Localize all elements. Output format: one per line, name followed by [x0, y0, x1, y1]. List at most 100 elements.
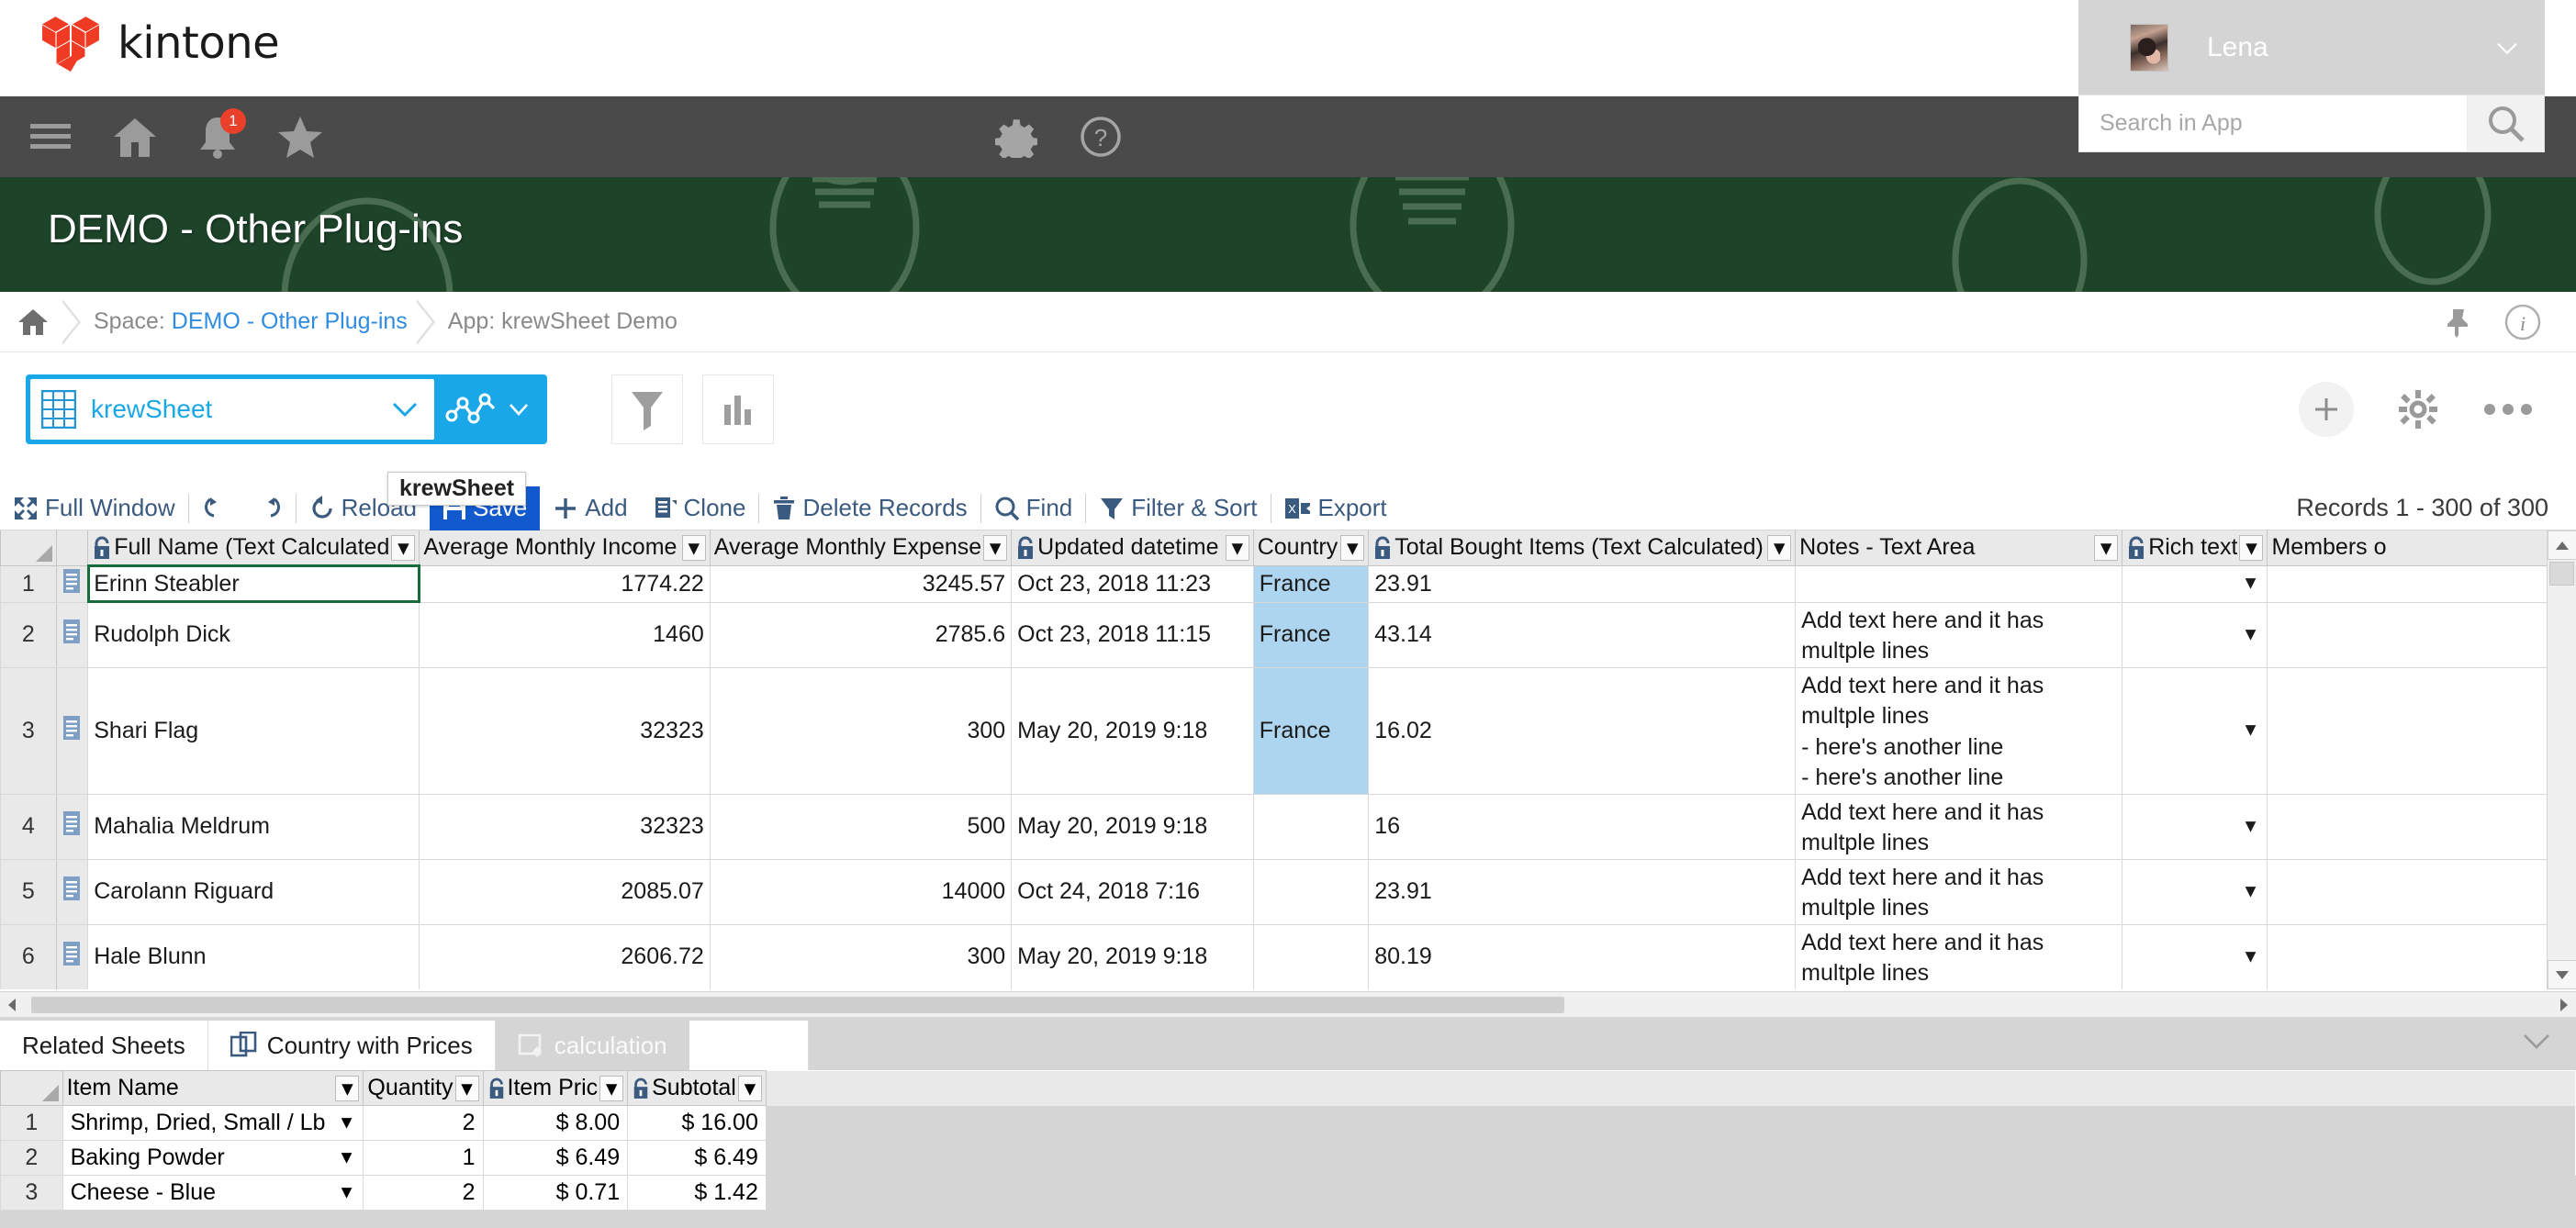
breadcrumb-space[interactable]: Space: DEMO - Other Plug-ins — [94, 308, 408, 335]
bell-icon[interactable]: 1 — [187, 106, 248, 167]
row-number[interactable]: 6 — [1, 924, 57, 989]
col-filter-dropdown[interactable]: ▾ — [1340, 535, 1364, 561]
subcol-filter-dropdown[interactable]: ▾ — [599, 1076, 623, 1101]
chevron-down-icon[interactable]: ▼ — [338, 1112, 356, 1133]
scroll-down-button[interactable] — [2548, 960, 2576, 989]
cell-income[interactable]: 32323 — [420, 667, 710, 794]
scroll-thumb[interactable] — [31, 997, 1564, 1013]
cell-expense[interactable]: 3245.57 — [710, 565, 1011, 602]
scroll-left-button[interactable] — [0, 993, 24, 1017]
chevron-down-icon[interactable]: ▼ — [2242, 816, 2260, 837]
cell-updated[interactable]: Oct 23, 2018 11:23 — [1012, 565, 1254, 602]
grid-vertical-scrollbar[interactable] — [2547, 530, 2576, 989]
cell-total-bought[interactable]: 43.14 — [1369, 602, 1796, 667]
cell-rich-text[interactable]: ▼ — [2122, 794, 2268, 859]
scroll-right-button[interactable] — [2552, 993, 2576, 1017]
subcol-header-item-price[interactable]: Item Pric ▾ — [483, 1071, 628, 1106]
graph-button[interactable] — [702, 374, 774, 444]
col-header-total-bought[interactable]: Total Bought Items (Text Calculated) ▾ — [1369, 530, 1796, 565]
chevron-down-icon[interactable]: ▼ — [338, 1147, 356, 1168]
chevron-down-icon[interactable] — [386, 396, 423, 423]
subcol-filter-dropdown[interactable]: ▾ — [455, 1076, 479, 1101]
cell-country[interactable]: France — [1253, 565, 1369, 602]
subcol-filter-dropdown[interactable]: ▾ — [335, 1076, 359, 1101]
col-header-country[interactable]: Country ▾ — [1253, 530, 1369, 565]
view-selector[interactable]: krewSheet — [26, 374, 547, 444]
chart-view-button[interactable] — [434, 379, 543, 440]
subcell-quantity[interactable]: 1 — [364, 1141, 483, 1176]
cell-total-bought[interactable]: 16.02 — [1369, 667, 1796, 794]
col-filter-dropdown[interactable]: ▾ — [1767, 535, 1791, 561]
clone-button[interactable]: Clone — [641, 486, 759, 530]
user-menu[interactable]: Lena — [2078, 0, 2545, 95]
subtable-row[interactable]: 1 Shrimp, Dried, Small / Lb▼ 2 $ 8.00 $ … — [1, 1106, 2576, 1141]
subcell-quantity[interactable]: 2 — [364, 1106, 483, 1141]
hamburger-icon[interactable] — [22, 106, 83, 167]
subcol-header-subtotal[interactable]: Subtotal ▾ — [628, 1071, 767, 1106]
cell-notes[interactable]: Add text here and it has multple lines -… — [1796, 667, 2122, 794]
chevron-down-icon[interactable] — [2521, 1030, 2552, 1052]
col-filter-dropdown[interactable]: ▾ — [2239, 535, 2263, 561]
cell-rich-text[interactable]: ▼ — [2122, 565, 2268, 602]
cell-rich-text[interactable]: ▼ — [2122, 667, 2268, 794]
chevron-down-icon[interactable]: ▼ — [2242, 624, 2260, 645]
full-window-button[interactable]: Full Window — [0, 486, 188, 530]
cell-full-name[interactable]: Mahalia Meldrum — [88, 794, 420, 859]
related-subtable[interactable]: Item Name ▾ Quantity ▾ Item Pric ▾ — [0, 1070, 2576, 1228]
cell-income[interactable]: 1774.22 — [420, 565, 710, 602]
subcol-header-item-name[interactable]: Item Name ▾ — [62, 1071, 364, 1106]
cell-notes[interactable] — [1796, 565, 2122, 602]
col-header-avg-income[interactable]: Average Monthly Income ▾ — [420, 530, 710, 565]
table-row[interactable]: 4 Mahalia Meldrum 32323 500 May 20, 2019… — [1, 794, 2576, 859]
chevron-down-icon-2[interactable] — [505, 397, 532, 421]
scroll-up-button[interactable] — [2548, 530, 2576, 560]
col-header-full-name[interactable]: Full Name (Text Calculated ▾ — [88, 530, 420, 565]
subcell-item-name[interactable]: Baking Powder▼ — [62, 1141, 364, 1176]
tab-calculation[interactable]: calculation — [496, 1021, 689, 1070]
cell-total-bought[interactable]: 16 — [1369, 794, 1796, 859]
col-filter-dropdown[interactable]: ▾ — [1226, 535, 1249, 561]
cell-updated[interactable]: May 20, 2019 9:18 — [1012, 794, 1254, 859]
row-number[interactable]: 1 — [1, 565, 57, 602]
chevron-down-icon[interactable]: ▼ — [338, 1182, 356, 1203]
breadcrumb-space-link[interactable]: DEMO - Other Plug-ins — [172, 308, 408, 334]
subcell-item-price[interactable]: $ 0.71 — [483, 1176, 628, 1211]
find-button[interactable]: Find — [981, 486, 1086, 530]
cell-updated[interactable]: Oct 23, 2018 11:15 — [1012, 602, 1254, 667]
subrow-number[interactable]: 1 — [1, 1106, 63, 1141]
table-row[interactable]: 5 Carolann Riguard 2085.07 14000 Oct 24,… — [1, 859, 2576, 924]
cell-expense[interactable]: 2785.6 — [710, 602, 1011, 667]
cell-income[interactable]: 2606.72 — [420, 924, 710, 989]
cell-total-bought[interactable]: 23.91 — [1369, 859, 1796, 924]
cell-updated[interactable]: May 20, 2019 9:18 — [1012, 924, 1254, 989]
cell-income[interactable]: 2085.07 — [420, 859, 710, 924]
subcol-header-quantity[interactable]: Quantity ▾ — [364, 1071, 483, 1106]
cell-expense[interactable]: 300 — [710, 924, 1011, 989]
filter-button[interactable] — [611, 374, 683, 444]
col-header-rich-text[interactable]: Rich text ▾ — [2122, 530, 2268, 565]
star-icon[interactable] — [270, 106, 330, 167]
ellipsis-icon[interactable] — [2482, 400, 2534, 419]
cell-total-bought[interactable]: 23.91 — [1369, 565, 1796, 602]
cell-members[interactable] — [2268, 859, 2576, 924]
chevron-down-icon[interactable]: ▼ — [2242, 720, 2260, 742]
record-open-icon[interactable] — [56, 794, 88, 859]
cell-total-bought[interactable]: 80.19 — [1369, 924, 1796, 989]
col-filter-dropdown[interactable]: ▾ — [391, 535, 415, 561]
col-filter-dropdown[interactable]: ▾ — [682, 535, 706, 561]
cell-expense[interactable]: 14000 — [710, 859, 1011, 924]
cell-members[interactable] — [2268, 667, 2576, 794]
home-icon[interactable] — [13, 307, 53, 337]
help-icon[interactable]: ? — [1070, 106, 1131, 167]
cell-members[interactable] — [2268, 602, 2576, 667]
subcell-subtotal[interactable]: $ 1.42 — [628, 1176, 767, 1211]
cell-country[interactable] — [1253, 794, 1369, 859]
krewsheet-grid[interactable]: Full Name (Text Calculated ▾ Average Mon… — [0, 530, 2576, 989]
cell-rich-text[interactable]: ▼ — [2122, 859, 2268, 924]
view-select-box[interactable]: krewSheet — [30, 379, 434, 440]
select-all-corner[interactable] — [1, 530, 57, 565]
col-filter-dropdown[interactable]: ▾ — [2094, 535, 2118, 561]
cell-notes[interactable]: Add text here and it has multple lines — [1796, 602, 2122, 667]
cell-notes[interactable]: Add text here and it has multple lines — [1796, 794, 2122, 859]
cell-members[interactable] — [2268, 924, 2576, 989]
